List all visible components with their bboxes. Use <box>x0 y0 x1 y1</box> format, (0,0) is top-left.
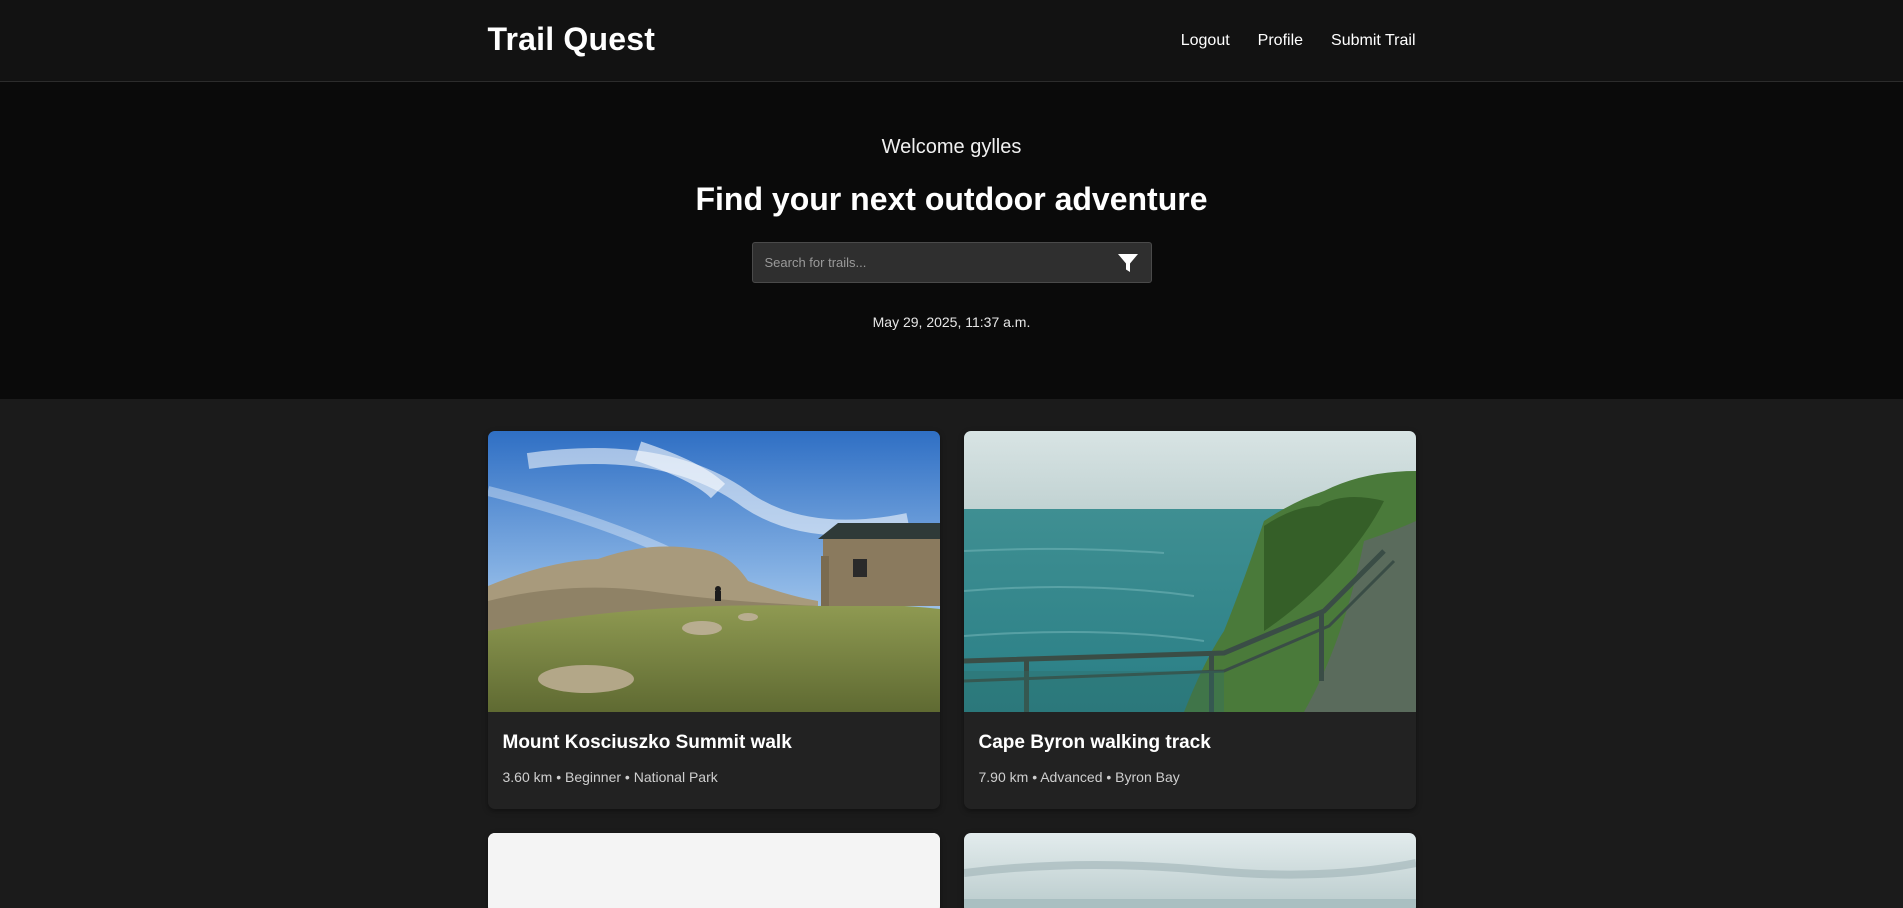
filter-button[interactable] <box>1115 250 1141 276</box>
hero-section: Welcome gylles Find your next outdoor ad… <box>0 82 1903 399</box>
top-navigation-bar: Trail Quest Logout Profile Submit Trail <box>0 0 1903 82</box>
nav-submit-trail-link[interactable]: Submit Trail <box>1331 32 1415 50</box>
search-input[interactable] <box>764 255 1115 270</box>
trail-card-body: Cape Byron walking track 7.90 km • Advan… <box>964 712 1416 809</box>
nav-profile-link[interactable]: Profile <box>1258 32 1303 50</box>
trail-image-mountain-hut <box>487 431 940 712</box>
trail-card[interactable]: Cape Byron walking track 7.90 km • Advan… <box>963 431 1416 809</box>
filter-icon <box>1117 253 1138 272</box>
trail-image-placeholder <box>487 833 940 908</box>
top-navigation-inner: Trail Quest Logout Profile Submit Trail <box>488 0 1416 81</box>
trail-title: Mount Kosciuszko Summit walk <box>502 732 792 753</box>
trail-meta: 3.60 km • Beginner • National Park <box>502 769 718 785</box>
nav-logout-link[interactable]: Logout <box>1181 32 1230 50</box>
trail-card[interactable]: Mount Kosciuszko Summit walk 3.60 km • B… <box>487 431 940 809</box>
welcome-message: Welcome gylles <box>881 136 1022 158</box>
trail-card-body: Mount Kosciuszko Summit walk 3.60 km • B… <box>488 712 940 809</box>
trail-card-grid: Mount Kosciuszko Summit walk 3.60 km • B… <box>487 431 1416 908</box>
trail-card[interactable] <box>487 833 940 908</box>
main-nav: Logout Profile Submit Trail <box>1181 32 1416 50</box>
hero-title: Find your next outdoor adventure <box>695 181 1208 217</box>
current-timestamp: May 29, 2025, 11:37 a.m. <box>872 314 1031 330</box>
brand-logo-link[interactable]: Trail Quest <box>488 21 656 58</box>
trail-card[interactable] <box>963 833 1416 908</box>
trail-meta: 7.90 km • Advanced • Byron Bay <box>978 769 1180 785</box>
trail-title: Cape Byron walking track <box>978 732 1211 753</box>
trail-image-overcast-sea <box>963 833 1416 908</box>
trail-image-coastal-track <box>963 431 1416 712</box>
search-bar <box>751 242 1152 283</box>
